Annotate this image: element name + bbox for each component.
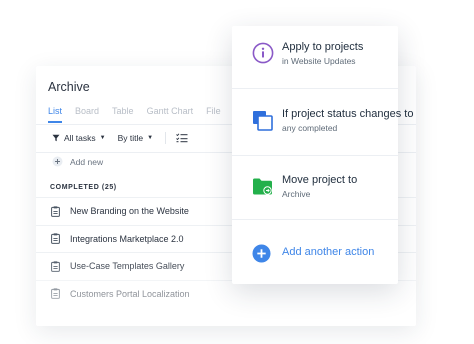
active-tab-indicator — [48, 121, 62, 123]
apply-to-projects-action[interactable]: Apply to projects in Website Updates — [232, 41, 398, 66]
checklist-icon[interactable] — [176, 133, 188, 143]
folder-move-icon — [253, 178, 272, 195]
tab-list[interactable]: List — [48, 106, 62, 116]
tab-board[interactable]: Board — [75, 106, 99, 116]
filter-label: All tasks — [64, 133, 96, 143]
list-toolbar: All tasks ▼ By title ▼ — [52, 132, 188, 144]
add-action-label: Add another action — [282, 246, 375, 258]
task-name: Customers Portal Localization — [70, 288, 190, 299]
task-name: Integrations Marketplace 2.0 — [70, 233, 184, 244]
task-clipboard-icon — [51, 206, 60, 217]
task-clipboard-icon — [51, 233, 60, 245]
move-project-action[interactable]: Move project to Archive — [232, 174, 398, 199]
action-divider — [232, 88, 398, 89]
tab-table[interactable]: Table — [112, 106, 134, 116]
toolbar-separator — [165, 132, 167, 144]
automation-card: Apply to projects in Website Updates If … — [232, 26, 414, 284]
action-subtitle: any completed — [282, 123, 338, 133]
folder-title: Archive — [48, 80, 90, 94]
sort-dropdown[interactable]: By title ▼ — [118, 133, 153, 143]
chevron-down-icon: ▼ — [147, 135, 154, 141]
plus-circle-icon — [252, 244, 271, 263]
plus-circle-icon — [52, 156, 63, 167]
add-another-action-button[interactable]: Add another action — [232, 244, 398, 263]
action-subtitle: in Website Updates — [282, 56, 356, 66]
action-subtitle: Archive — [282, 189, 311, 199]
status-squares-icon — [253, 111, 273, 131]
sort-label: By title — [117, 133, 144, 143]
task-name: Use-Case Templates Gallery — [70, 261, 185, 272]
action-divider — [232, 219, 398, 220]
chevron-down-icon: ▼ — [99, 135, 106, 141]
completed-section-header: COMPLETED (25) — [50, 184, 117, 191]
view-tabs: List Board Table Gantt Chart File — [48, 106, 234, 116]
action-title: If project status changes to — [282, 108, 414, 120]
task-clipboard-icon — [51, 261, 60, 272]
status-change-condition[interactable]: If project status changes to any complet… — [232, 108, 414, 133]
filter-dropdown[interactable]: All tasks ▼ — [52, 133, 106, 143]
action-title: Apply to projects — [282, 41, 364, 53]
add-new-label: Add new — [70, 156, 104, 167]
info-circle-icon — [252, 42, 274, 64]
add-new-button[interactable]: Add new — [52, 156, 103, 167]
tab-gantt-chart[interactable]: Gantt Chart — [147, 106, 194, 116]
action-divider — [232, 155, 398, 156]
filter-icon — [52, 134, 60, 142]
task-name: New Branding on the Website — [70, 206, 189, 217]
tab-file[interactable]: File — [206, 106, 221, 116]
task-clipboard-icon — [51, 288, 60, 300]
action-title: Move project to — [282, 174, 358, 186]
